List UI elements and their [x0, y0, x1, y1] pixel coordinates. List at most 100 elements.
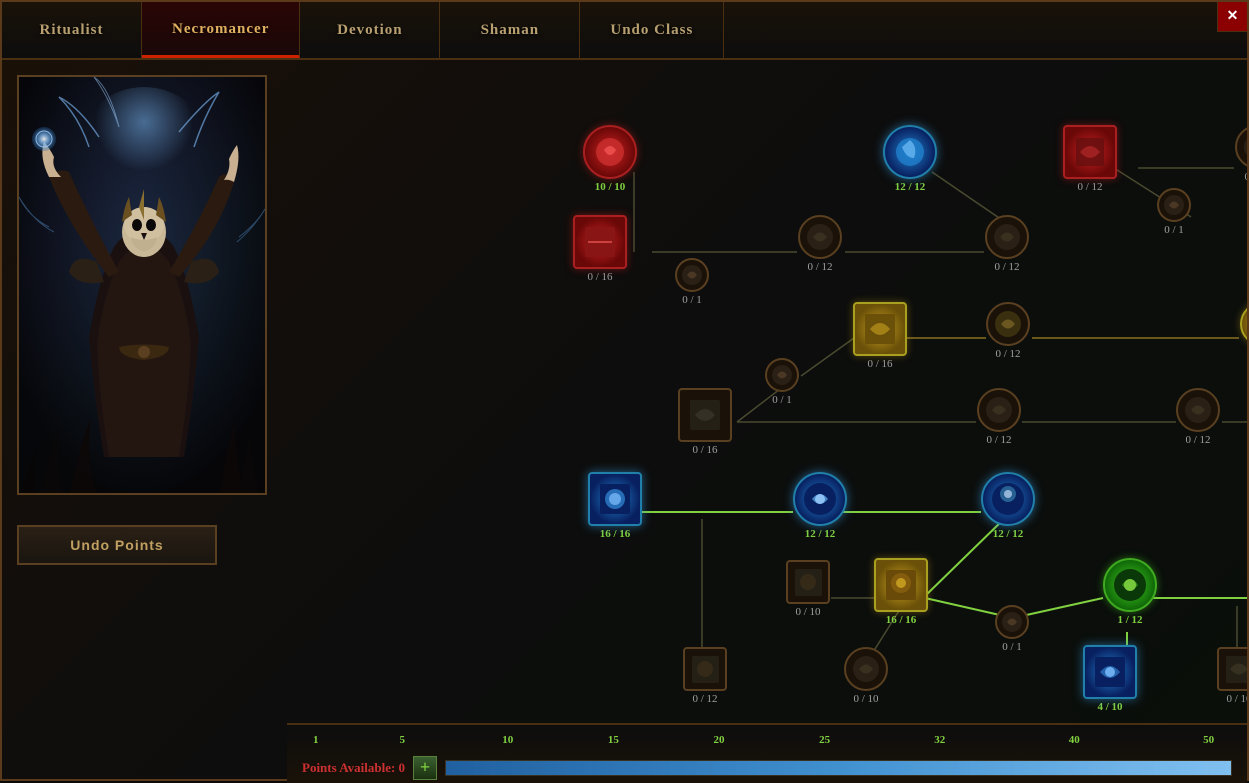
- skill-node-r6c2b[interactable]: 0 / 1: [995, 605, 1029, 653]
- skill-node-r1c1[interactable]: 10 / 10: [583, 125, 637, 193]
- skill-node-r5c2[interactable]: 12 / 12: [793, 472, 847, 540]
- top-navigation: Ritualist Necromancer Devotion Shaman Un…: [2, 2, 1247, 60]
- skill-label-r3c2: 0 / 16: [867, 358, 892, 370]
- skill-node-r2c3[interactable]: 0 / 12: [798, 215, 842, 273]
- skill-icon-r1c4: [1235, 125, 1247, 169]
- skill-node-r1c2[interactable]: 12 / 12: [883, 125, 937, 193]
- skill-node-r2c1[interactable]: 0 / 16: [573, 215, 627, 283]
- skill-label-r6c1: 0 / 10: [795, 606, 820, 618]
- skill-icon-r2c2: [675, 258, 709, 292]
- skill-node-r3c3[interactable]: 0 / 1: [765, 358, 799, 406]
- skill-label-r4c1: 0 / 16: [692, 444, 717, 456]
- skill-node-r4c2[interactable]: 0 / 12: [977, 388, 1021, 446]
- skill-icon-r1c1: [583, 125, 637, 179]
- skill-node-r6c3[interactable]: 1 / 12: [1103, 558, 1157, 626]
- skill-label-r2c4: 0 / 12: [994, 261, 1019, 273]
- bottom-bar: 1 5 10 15 20 25 32 40 50 Points Availabl…: [287, 723, 1247, 783]
- skill-icon-r4c1: [678, 388, 732, 442]
- skill-node-r5c3[interactable]: 12 / 12: [981, 472, 1035, 540]
- skill-label-r7c1: 0 / 12: [692, 693, 717, 705]
- character-portrait: [17, 75, 267, 495]
- undo-points-button[interactable]: Undo Points: [17, 525, 217, 565]
- skill-node-r1c3[interactable]: 0 / 12: [1063, 125, 1117, 193]
- character-svg: [19, 77, 267, 495]
- points-available-label: Points Available: 0: [302, 760, 405, 776]
- skill-label-r5c1: 16 / 16: [600, 528, 631, 540]
- tab-ritualist[interactable]: Ritualist: [2, 2, 142, 58]
- skill-label-r3c4: 0 / 12: [995, 348, 1020, 360]
- level-markers: 1 5 10 15 20 25 32 40 50: [287, 725, 1247, 750]
- necromancer-label: Necromancer: [172, 21, 269, 38]
- skill-label-r7c2: 0 / 10: [853, 693, 878, 705]
- skill-node-r2c4[interactable]: 0 / 12: [985, 215, 1029, 273]
- skill-label-r1c4b: 0 / 1: [1164, 224, 1184, 236]
- tab-undo-class[interactable]: Undo Class: [580, 2, 724, 58]
- skill-icon-r4c3: [1176, 388, 1220, 432]
- skill-icon-r5c3: [981, 472, 1035, 526]
- level-marker-20: 20: [714, 734, 725, 746]
- xp-bar-container: [445, 760, 1232, 776]
- skill-label-r1c4: 0 / 12: [1244, 171, 1247, 183]
- skill-icon-r6c1: [786, 560, 830, 604]
- skill-node-r7c4[interactable]: 0 / 10: [1217, 647, 1247, 705]
- skill-node-r3c2[interactable]: 0 / 16: [853, 302, 907, 370]
- skill-icon-r3c2: [853, 302, 907, 356]
- skill-node-r6c2[interactable]: 16 / 16: [874, 558, 928, 626]
- skill-icon-r4c2: [977, 388, 1021, 432]
- progress-bar-row: Points Available: 0 +: [287, 750, 1247, 783]
- skill-node-r1c4[interactable]: 0 / 12: [1235, 125, 1247, 183]
- skill-icon-r6c3: [1103, 558, 1157, 612]
- skill-tree-area: 10 / 10 12 / 12: [287, 60, 1247, 783]
- level-marker-15: 15: [608, 734, 619, 746]
- skill-icon-r6c2b: [995, 605, 1029, 639]
- skill-label-r7c3: 4 / 10: [1097, 701, 1122, 713]
- skill-label-r1c1: 10 / 10: [595, 181, 626, 193]
- close-button[interactable]: ✕: [1217, 2, 1247, 32]
- skill-label-r3c3: 0 / 1: [772, 394, 792, 406]
- skill-label-r4c2: 0 / 12: [986, 434, 1011, 446]
- skill-node-r2c2[interactable]: 0 / 1: [675, 258, 709, 306]
- skill-icon-r7c2: [844, 647, 888, 691]
- skill-icon-r5c1: [588, 472, 642, 526]
- level-marker-40: 40: [1069, 734, 1080, 746]
- skill-tree-canvas: 10 / 10 12 / 12: [287, 60, 1247, 723]
- skill-icon-r2c4: [985, 215, 1029, 259]
- level-marker-1: 1: [313, 734, 319, 746]
- skill-node-r7c1[interactable]: 0 / 12: [683, 647, 727, 705]
- skill-icon-r2c3: [798, 215, 842, 259]
- tab-shaman[interactable]: Shaman: [440, 2, 580, 58]
- level-marker-25: 25: [819, 734, 830, 746]
- skill-node-r1c4b[interactable]: 0 / 1: [1157, 188, 1191, 236]
- left-panel: Undo Points: [2, 60, 287, 783]
- skill-node-r4c3[interactable]: 0 / 12: [1176, 388, 1220, 446]
- skill-label-r4c3: 0 / 12: [1185, 434, 1210, 446]
- tab-necromancer[interactable]: Necromancer: [142, 2, 300, 58]
- skill-node-r5c1[interactable]: 16 / 16: [588, 472, 642, 540]
- skill-node-r7c3[interactable]: 4 / 10: [1083, 645, 1137, 713]
- skill-label-r2c1: 0 / 16: [587, 271, 612, 283]
- shaman-label: Shaman: [481, 22, 540, 39]
- skill-icon-r3c5: [1240, 302, 1247, 346]
- skill-icon-r2c1: [573, 215, 627, 269]
- add-points-button[interactable]: +: [413, 756, 437, 780]
- skill-node-r3c5[interactable]: 0 / 12: [1240, 302, 1247, 360]
- level-marker-32: 32: [934, 734, 945, 746]
- skill-label-r6c2: 16 / 16: [886, 614, 917, 626]
- skill-label-r2c3: 0 / 12: [807, 261, 832, 273]
- skill-label-r7c4: 0 / 10: [1226, 693, 1247, 705]
- skill-node-r3c4[interactable]: 0 / 12: [986, 302, 1030, 360]
- skill-icon-r6c2: [874, 558, 928, 612]
- skill-icon-r5c2: [793, 472, 847, 526]
- skill-icon-r1c2: [883, 125, 937, 179]
- undo-class-label: Undo Class: [610, 22, 693, 39]
- devotion-label: Devotion: [337, 22, 403, 39]
- skill-node-r6c1[interactable]: 0 / 10: [786, 560, 830, 618]
- skill-icon-r7c1: [683, 647, 727, 691]
- skill-icon-r1c4b: [1157, 188, 1191, 222]
- skill-node-r7c2[interactable]: 0 / 10: [844, 647, 888, 705]
- skill-node-r4c1[interactable]: 0 / 16: [678, 388, 732, 456]
- skill-label-r1c3: 0 / 12: [1077, 181, 1102, 193]
- skill-icon-r3c3: [765, 358, 799, 392]
- skill-label-r5c2: 12 / 12: [805, 528, 836, 540]
- tab-devotion[interactable]: Devotion: [300, 2, 440, 58]
